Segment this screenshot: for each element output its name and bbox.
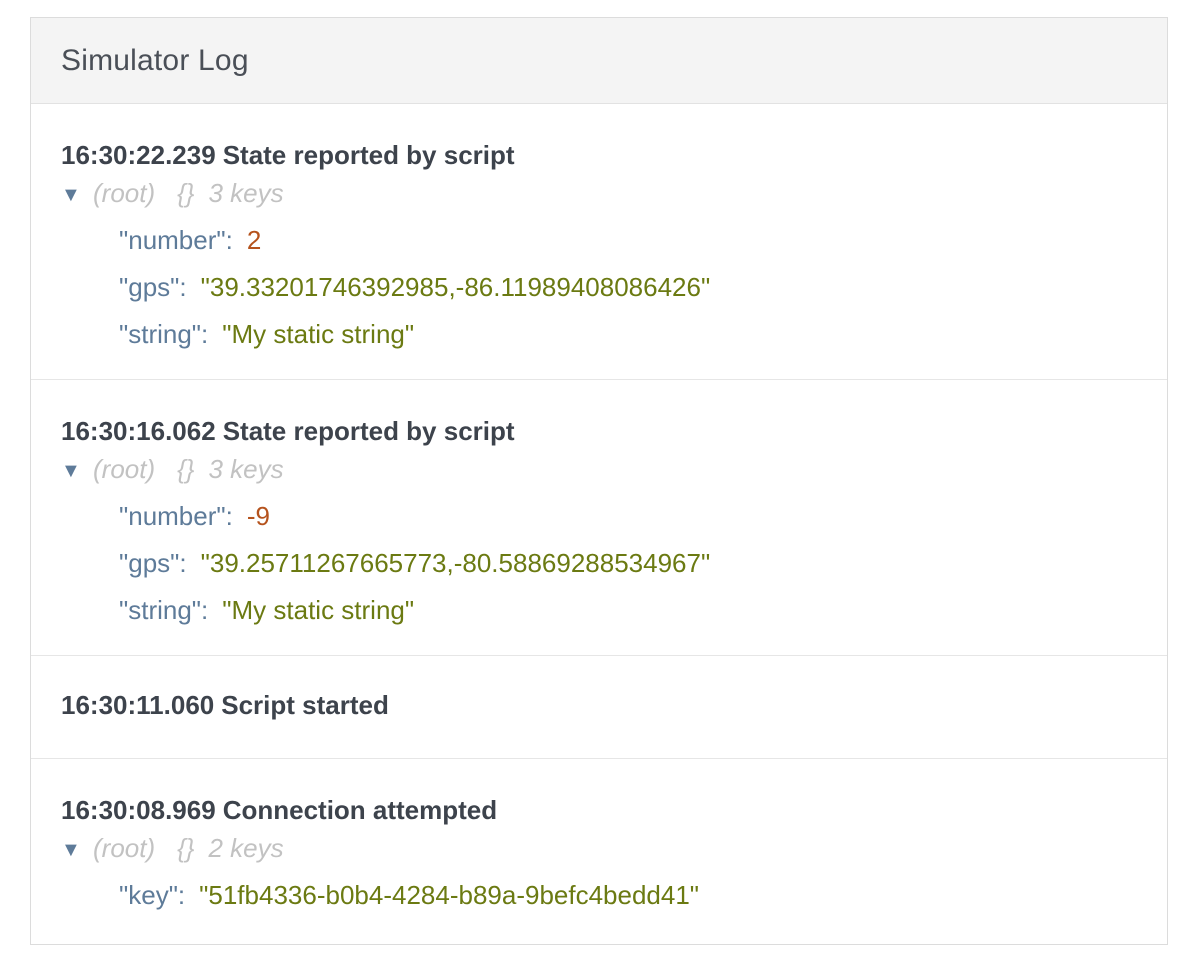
tree-braces: {} [177,454,195,484]
log-entry-time: 16:30:11.060 [61,690,215,720]
log-entry-time: 16:30:16.062 [61,416,216,446]
log-entry-time: 16:30:08.969 [61,795,216,825]
tree-braces: {} [177,833,195,863]
tree-item: "string": "My static string" [119,319,415,349]
tree-item-key: "gps" [119,272,180,302]
tree-root-toggle[interactable]: ▼ (root) {} 2 keys [61,833,1137,863]
log-entry-message: State reported by script [222,140,515,170]
caret-down-icon: ▼ [61,839,81,861]
simulator-log-panel: Simulator Log 16:30:22.239 State reported… [30,17,1168,945]
tree-item-value: "39.25711267665773,-80.58869288534967" [200,548,711,578]
panel-title: Simulator Log [61,43,249,77]
log-entry: 16:30:22.239 State reported by script ▼ (… [31,104,1167,380]
tree-item-value: "51fb4336-b0b4-4284-b89a-9befc4bedd41" [199,880,700,910]
log-entry: 16:30:11.060 Script started [31,656,1167,759]
tree-item-value: "My static string" [222,319,415,349]
log-entry-header: 16:30:16.062 State reported by script [61,416,1137,446]
tree-braces: {} [177,178,195,208]
log-entry-message: Script started [221,690,389,720]
tree-root-label: (root) [93,454,156,484]
tree-item-key: "key" [119,880,178,910]
tree-item-value: 2 [246,225,262,255]
tree-key-count: 3 keys [208,178,284,208]
tree-root-toggle[interactable]: ▼ (root) {} 3 keys [61,178,1137,208]
caret-down-icon: ▼ [61,184,81,206]
tree-key-count: 3 keys [208,454,284,484]
log-entry: 16:30:16.062 State reported by script ▼ (… [31,380,1167,656]
tree-item-key: "number" [119,225,226,255]
tree-item-key: "gps" [119,548,180,578]
tree-item: "gps": "39.33201746392985,-86.11989408086… [119,272,711,302]
tree-item-key: "string" [119,319,202,349]
log-entry-header: 16:30:11.060 Script started [61,690,1137,720]
tree-item-value: -9 [246,501,270,531]
tree-item: "key": "51fb4336-b0b4-4284-b89a-9befc4bed… [119,880,700,910]
log-list[interactable]: 16:30:22.239 State reported by script ▼ (… [31,104,1167,944]
log-entry-time: 16:30:22.239 [61,140,216,170]
tree-item: "number": -9 [119,501,270,531]
tree-item: "string": "My static string" [119,595,415,625]
log-entry-message: Connection attempted [222,795,498,825]
tree-item-value: "My static string" [222,595,415,625]
tree-key-count: 2 keys [208,833,284,863]
tree-item: "number": 2 [119,225,262,255]
log-entry-header: 16:30:08.969 Connection attempted [61,795,1137,825]
tree-item-key: "string" [119,595,202,625]
tree-item: "gps": "39.25711267665773,-80.58869288534… [119,548,711,578]
tree-root-label: (root) [93,833,156,863]
log-entry-header: 16:30:22.239 State reported by script [61,140,1137,170]
tree-item-key: "number" [119,501,226,531]
tree-root-label: (root) [93,178,156,208]
log-entry-message: State reported by script [222,416,515,446]
tree-item-value: "39.33201746392985,-86.11989408086426" [200,272,711,302]
caret-down-icon: ▼ [61,460,81,482]
log-entry: 16:30:08.969 Connection attempted ▼ (root… [31,759,1167,940]
tree-root-toggle[interactable]: ▼ (root) {} 3 keys [61,454,1137,484]
panel-header: Simulator Log [31,18,1167,104]
